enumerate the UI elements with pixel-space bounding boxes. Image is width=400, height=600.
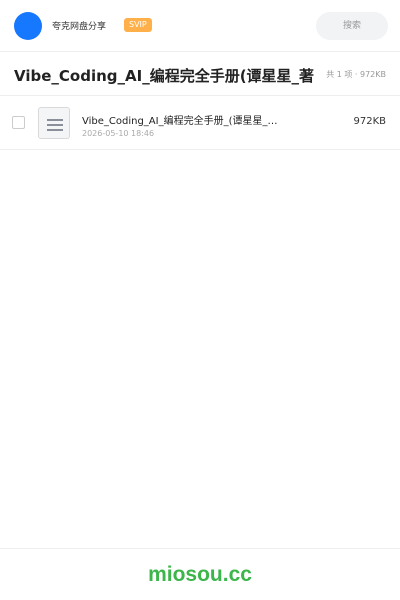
folder-titlebar: Vibe_Coding_AI_编程完全手册(谭星星_著) 共 1 项 · 972… xyxy=(0,52,400,96)
file-date: 2026-05-10 18:46 xyxy=(82,129,155,138)
file-summary: 共 1 项 · 972KB xyxy=(326,70,386,79)
brand-logo[interactable]: miosou.cc xyxy=(0,563,400,587)
share-page: 夸克网盘分享 SVIP 搜索 Vibe_Coding_AI_编程完全手册(谭星星… xyxy=(0,0,400,600)
file-size: 972KB xyxy=(353,116,386,127)
footer: miosou.cc xyxy=(0,548,400,600)
header: 夸克网盘分享 SVIP 搜索 xyxy=(0,0,400,52)
user-name: 夸克网盘分享 xyxy=(52,22,107,32)
search-button[interactable]: 搜索 xyxy=(316,12,388,40)
file-row[interactable]: Vibe_Coding_AI_编程完全手册_(谭星星_著).pdf 2026-0… xyxy=(0,96,400,150)
avatar[interactable] xyxy=(14,12,42,40)
document-icon xyxy=(38,107,70,139)
file-name[interactable]: Vibe_Coding_AI_编程完全手册_(谭星星_著).pdf xyxy=(82,112,282,127)
vip-badge: SVIP xyxy=(124,18,152,32)
page-title: Vibe_Coding_AI_编程完全手册(谭星星_著) xyxy=(14,67,314,85)
file-checkbox[interactable] xyxy=(12,116,25,129)
